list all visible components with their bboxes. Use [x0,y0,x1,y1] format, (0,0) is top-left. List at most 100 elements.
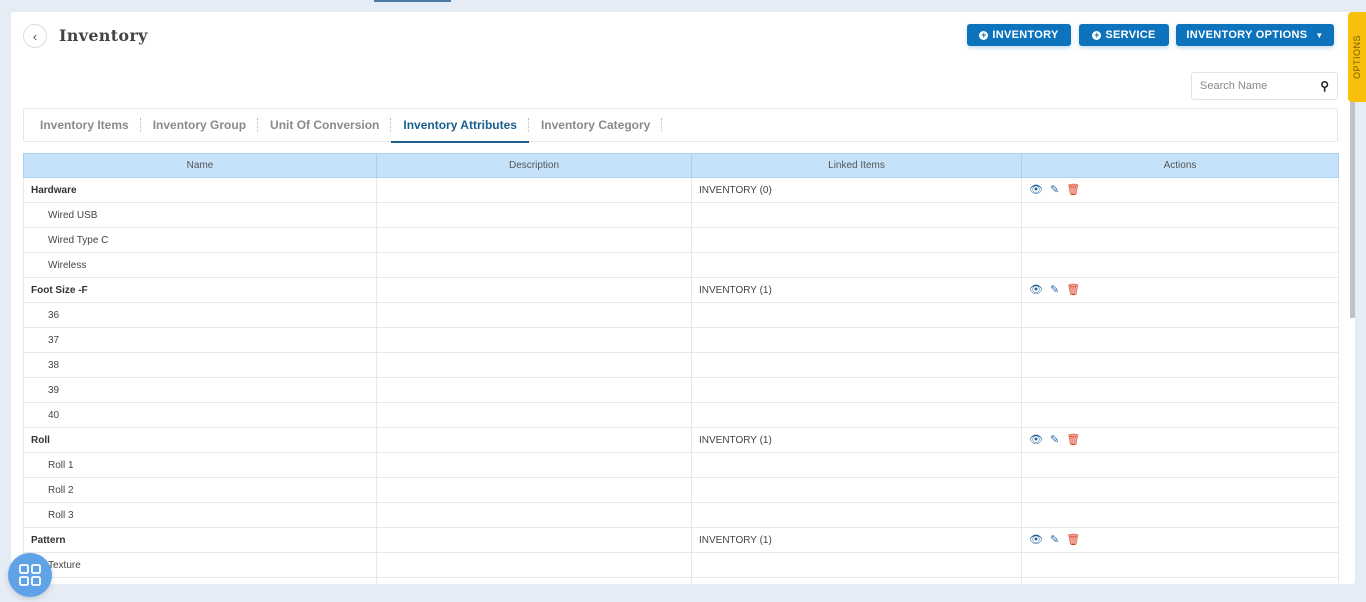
attribute-value-row: Roll 2 [23,477,1339,503]
cell-actions [1021,227,1339,253]
plus-circle-icon: + [1092,29,1102,40]
cell-actions [1021,202,1339,228]
cell-description [376,577,692,584]
main-card: ‹ Inventory + INVENTORY + SERVICE INVENT… [11,12,1355,584]
cell-linked-items[interactable]: INVENTORY (0) [691,177,1022,203]
cell-description [376,352,692,378]
attribute-value-row: Roll 3 [23,502,1339,528]
cell-description [376,452,692,478]
add-inventory-button[interactable]: + INVENTORY [967,24,1071,46]
tab-label: Inventory Category [540,118,651,132]
eye-icon[interactable]: 👁 [1029,434,1043,446]
cell-actions: 👁 ✎ 🗑 [1021,527,1339,553]
attribute-value-row: Wired Type C [23,227,1339,253]
inventory-options-dropdown[interactable]: INVENTORY OPTIONS ▼ [1176,24,1334,46]
row-actions: 👁 ✎ 🗑 [1029,534,1331,546]
column-header-name[interactable]: Name [23,153,377,178]
chevron-left-icon: ‹ [32,28,38,44]
trash-icon[interactable]: 🗑 [1066,184,1080,196]
attribute-group-row: Roll INVENTORY (1) 👁 ✎ 🗑 [23,427,1339,453]
add-inventory-label: INVENTORY [992,29,1059,41]
cell-actions [1021,402,1339,428]
tab-inventory-category[interactable]: Inventory Category [529,108,663,142]
attribute-value-row: Texture [23,552,1339,578]
options-side-tab-label: OPTIONS [1352,34,1363,80]
tab-inventory-attributes[interactable]: Inventory Attributes [391,108,529,143]
cell-actions: 👁 ✎ 🗑 [1021,277,1339,303]
edit-icon[interactable]: ✎ [1050,184,1059,196]
cell-linked-items [691,377,1022,403]
trash-icon[interactable]: 🗑 [1066,434,1080,446]
cell-name: Roll 2 [23,477,377,503]
tab-inventory-group[interactable]: Inventory Group [141,108,259,142]
edit-icon[interactable]: ✎ [1050,284,1059,296]
cell-linked-items [691,577,1022,584]
cell-name: Roll 3 [23,502,377,528]
cell-linked-items [691,302,1022,328]
inventory-options-label: INVENTORY OPTIONS [1186,29,1308,41]
cell-name: 40 [23,402,377,428]
eye-icon[interactable]: 👁 [1029,184,1043,196]
cell-actions [1021,252,1339,278]
cell-name: Texture [23,552,377,578]
eye-icon[interactable]: 👁 [1029,534,1043,546]
cell-linked-items[interactable]: INVENTORY (1) [691,427,1022,453]
cell-linked-items [691,552,1022,578]
attribute-value-row: 37 [23,327,1339,353]
grid-icon [19,564,41,586]
tab-label: Inventory Group [152,118,247,132]
cell-description [376,177,692,203]
apps-menu-button[interactable] [8,553,52,597]
cell-actions [1021,502,1339,528]
plus-circle-icon: + [979,29,989,40]
cell-actions [1021,552,1339,578]
cell-actions [1021,452,1339,478]
search-icon[interactable]: ⚲ [1320,79,1329,93]
cell-description [376,227,692,253]
tab-unit-of-conversion[interactable]: Unit Of Conversion [258,108,392,142]
vertical-scrollbar[interactable] [1350,100,1355,318]
options-side-tab[interactable]: OPTIONS [1348,12,1366,102]
attribute-group-row: Foot Size -F INVENTORY (1) 👁 ✎ 🗑 [23,277,1339,303]
row-actions: 👁 ✎ 🗑 [1029,434,1331,446]
add-service-button[interactable]: + SERVICE [1079,24,1169,46]
cell-linked-items[interactable]: INVENTORY (1) [691,527,1022,553]
cell-name: Wireless [23,252,377,278]
cell-name: 37 [23,327,377,353]
edit-icon[interactable]: ✎ [1050,434,1059,446]
trash-icon[interactable]: 🗑 [1066,534,1080,546]
attribute-group-row: Pattern INVENTORY (1) 👁 ✎ 🗑 [23,527,1339,553]
cell-actions: 👁 ✎ 🗑 [1021,427,1339,453]
cell-linked-items [691,327,1022,353]
attribute-value-row: 38 [23,352,1339,378]
cell-description [376,252,692,278]
edit-icon[interactable]: ✎ [1050,534,1059,546]
column-header-linked-items[interactable]: Linked Items [691,153,1022,178]
tab-inventory-items[interactable]: Inventory Items [28,108,141,142]
cell-actions [1021,477,1339,503]
cell-name: 39 [23,377,377,403]
column-header-description[interactable]: Description [376,153,692,178]
top-nav-indicator [374,0,451,2]
cell-actions [1021,302,1339,328]
attribute-value-row: Roll 1 [23,452,1339,478]
add-service-label: SERVICE [1105,29,1156,41]
cell-name: 36 [23,302,377,328]
trash-icon[interactable]: 🗑 [1066,284,1080,296]
page-title: Inventory [59,26,148,45]
eye-icon[interactable]: 👁 [1029,284,1043,296]
row-actions: 👁 ✎ 🗑 [1029,184,1331,196]
cell-linked-items[interactable]: INVENTORY (1) [691,277,1022,303]
cell-linked-items [691,402,1022,428]
back-button[interactable]: ‹ [23,24,47,48]
attribute-group-row: Hardware INVENTORY (0) 👁 ✎ 🗑 [23,177,1339,203]
cell-description [376,277,692,303]
search-input[interactable] [1200,80,1310,92]
cell-linked-items [691,477,1022,503]
cell-name: Hardware [23,177,377,203]
tab-bar: Inventory Items Inventory Group Unit Of Co… [23,108,1338,143]
cell-description [376,202,692,228]
attributes-table: Name Description Linked Items Actions Ha… [23,153,1339,584]
cell-description [376,302,692,328]
cell-description [376,552,692,578]
